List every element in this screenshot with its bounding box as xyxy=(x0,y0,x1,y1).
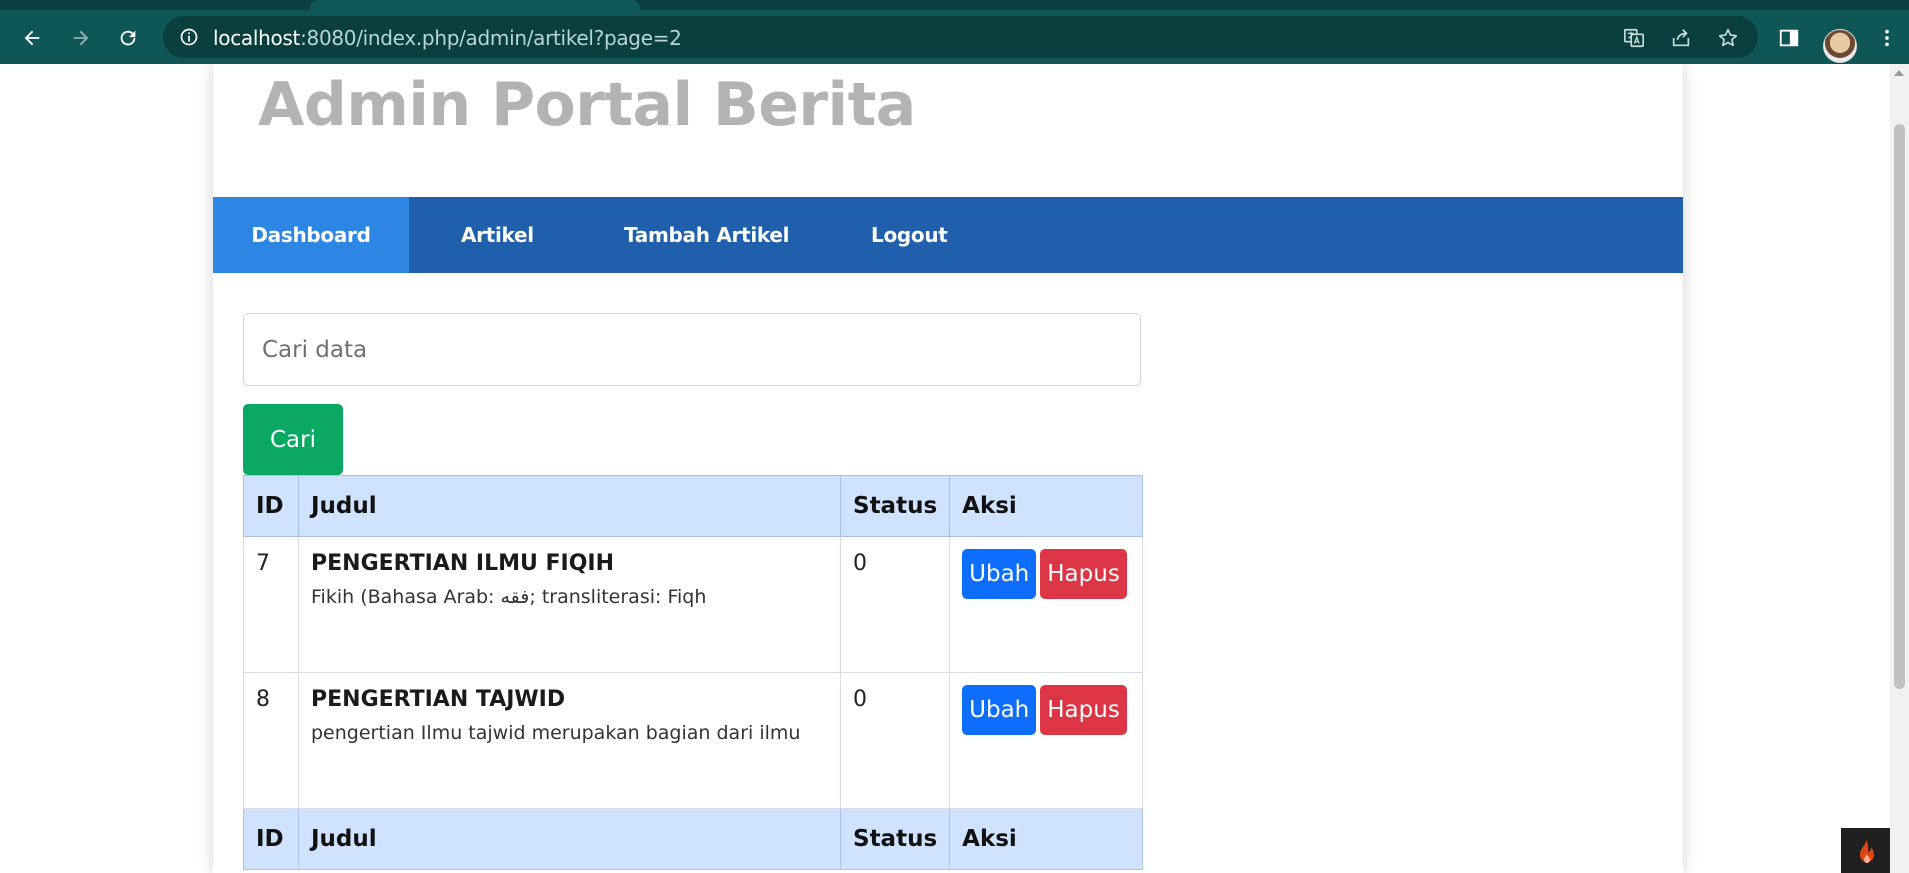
delete-button[interactable]: Hapus xyxy=(1040,549,1127,599)
nav-item-artikel[interactable]: Artikel xyxy=(461,197,534,273)
column-header-aksi: Aksi xyxy=(949,475,1143,537)
star-icon[interactable] xyxy=(1717,27,1739,49)
search-button[interactable]: Cari xyxy=(243,404,343,475)
debug-toolbar-flame-icon[interactable] xyxy=(1841,828,1890,873)
scrollbar-thumb[interactable] xyxy=(1894,124,1905,689)
scroll-up-arrow-icon[interactable] xyxy=(1894,70,1904,76)
translate-icon[interactable] xyxy=(1623,27,1645,49)
nav-item-dashboard[interactable]: Dashboard xyxy=(213,197,409,273)
edit-button[interactable]: Ubah xyxy=(962,549,1037,599)
side-panel-icon[interactable] xyxy=(1778,27,1800,49)
cell-status: 0 xyxy=(839,536,951,673)
column-header-id: ID xyxy=(243,475,299,537)
page-container: Admin Portal Berita Dashboard Artikel Ta… xyxy=(213,64,1683,873)
article-title: PENGERTIAN TAJWID xyxy=(311,687,566,712)
table-row: 7 PENGERTIAN ILMU FIQIH Fikih (Bahasa Ar… xyxy=(243,536,1143,673)
table-footer-row: ID Judul Status Aksi xyxy=(243,808,1143,870)
column-header-status: Status xyxy=(839,475,951,537)
forward-icon[interactable] xyxy=(70,27,92,49)
page-viewport: Admin Portal Berita Dashboard Artikel Ta… xyxy=(0,64,1890,873)
active-tab-edge[interactable] xyxy=(310,0,640,10)
cell-judul: PENGERTIAN ILMU FIQIH Fikih (Bahasa Arab… xyxy=(298,536,841,673)
url-text[interactable]: localhost:8080/index.php/admin/artikel?p… xyxy=(213,26,682,50)
search-input[interactable] xyxy=(243,313,1141,386)
main-nav: Dashboard Artikel Tambah Artikel Logout xyxy=(213,197,1683,273)
url-path: :8080/index.php/admin/artikel?page=2 xyxy=(300,26,682,50)
article-title: PENGERTIAN ILMU FIQIH xyxy=(311,551,615,576)
reload-icon[interactable] xyxy=(117,27,139,49)
browser-toolbar: localhost:8080/index.php/admin/artikel?p… xyxy=(0,10,1909,64)
url-host: localhost xyxy=(213,26,301,50)
table-row: 8 PENGERTIAN TAJWID pengertian Ilmu tajw… xyxy=(243,672,1143,809)
delete-button[interactable]: Hapus xyxy=(1040,685,1127,735)
browser-tabstrip xyxy=(0,0,1909,10)
kebab-menu-icon[interactable] xyxy=(1876,27,1898,49)
page-scrollbar[interactable] xyxy=(1890,64,1909,873)
address-bar[interactable]: localhost:8080/index.php/admin/artikel?p… xyxy=(163,16,1758,58)
info-icon[interactable] xyxy=(179,27,199,47)
footer-header-aksi: Aksi xyxy=(949,808,1143,870)
cell-aksi: Ubah Hapus xyxy=(949,672,1143,809)
article-table: ID Judul Status Aksi 7 PENGERTIAN ILMU F… xyxy=(243,475,1143,870)
article-excerpt: Fikih (Bahasa Arab: فقه; transliterasi: … xyxy=(311,586,707,608)
column-header-judul: Judul xyxy=(298,475,841,537)
share-icon[interactable] xyxy=(1670,27,1692,49)
avatar[interactable] xyxy=(1823,29,1857,63)
cell-judul: PENGERTIAN TAJWID pengertian Ilmu tajwid… xyxy=(298,672,841,809)
back-icon[interactable] xyxy=(21,27,43,49)
cell-id: 8 xyxy=(243,672,299,809)
cell-status: 0 xyxy=(839,672,951,809)
footer-header-id: ID xyxy=(243,808,299,870)
footer-header-judul: Judul xyxy=(298,808,841,870)
table-header-row: ID Judul Status Aksi xyxy=(243,475,1143,537)
nav-item-logout[interactable]: Logout xyxy=(871,197,948,273)
footer-header-status: Status xyxy=(839,808,951,870)
article-excerpt: pengertian Ilmu tajwid merupakan bagian … xyxy=(311,722,801,744)
cell-id: 7 xyxy=(243,536,299,673)
nav-item-tambah-artikel[interactable]: Tambah Artikel xyxy=(624,197,789,273)
cell-aksi: Ubah Hapus xyxy=(949,536,1143,673)
page-title: Admin Portal Berita xyxy=(258,70,916,140)
edit-button[interactable]: Ubah xyxy=(962,685,1037,735)
